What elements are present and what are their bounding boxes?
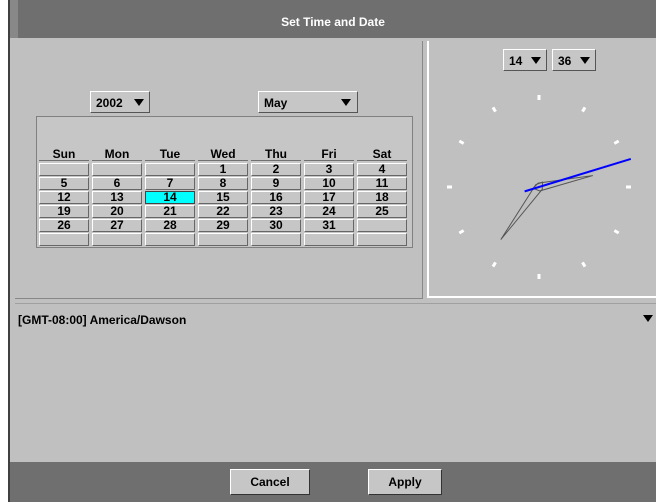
calendar-panel: 2002 May Sun Mon Tue Wed Thu Fri Sat 1 2 3 4 5 6 7 8 9 1… (15, 41, 423, 299)
calendar-day-8[interactable]: 8 (198, 177, 248, 190)
calendar-empty-cell (357, 233, 407, 246)
calendar-empty-cell (304, 233, 354, 246)
calendar-day-29[interactable]: 29 (198, 219, 248, 232)
month-value: May (264, 96, 288, 110)
calendar-day-14[interactable]: 14 (145, 191, 195, 204)
clock-tick-mark (491, 106, 497, 113)
window-title: Set Time and Date (281, 15, 385, 29)
calendar-day-6[interactable]: 6 (92, 177, 142, 190)
calendar-empty-cell (145, 233, 195, 246)
calendar-day-18[interactable]: 18 (357, 191, 407, 204)
calendar-day-27[interactable]: 27 (92, 219, 142, 232)
year-dropdown[interactable]: 2002 (90, 91, 150, 113)
calendar-empty-cell (39, 163, 89, 176)
calendar-day-24[interactable]: 24 (304, 205, 354, 218)
analog-clock (447, 95, 632, 279)
month-dropdown[interactable]: May (258, 91, 358, 113)
weekday-header: Thu (251, 147, 301, 161)
calendar-day-10[interactable]: 10 (304, 177, 354, 190)
calendar-day-16[interactable]: 16 (251, 191, 301, 204)
calendar-empty-cell (357, 219, 407, 232)
calendar-day-17[interactable]: 17 (304, 191, 354, 204)
calendar-day-12[interactable]: 12 (39, 191, 89, 204)
calendar-day-21[interactable]: 21 (145, 205, 195, 218)
calendar-empty-cell (198, 233, 248, 246)
clock-tick-mark (613, 229, 620, 235)
calendar-day-13[interactable]: 13 (92, 191, 142, 204)
title-bar: Set Time and Date (10, 0, 656, 38)
calendar-empty-cell (39, 233, 89, 246)
clock-tick-mark (458, 229, 465, 235)
calendar-day-19[interactable]: 19 (39, 205, 89, 218)
weekday-header: Wed (198, 147, 248, 161)
clock-second-hand (524, 157, 632, 193)
calendar-day-9[interactable]: 9 (251, 177, 301, 190)
calendar-day-25[interactable]: 25 (357, 205, 407, 218)
calendar-day-2[interactable]: 2 (251, 163, 301, 176)
calendar-day-31[interactable]: 31 (304, 219, 354, 232)
calendar-day-1[interactable]: 1 (198, 163, 248, 176)
cancel-button[interactable]: Cancel (230, 469, 310, 495)
calendar-day-28[interactable]: 28 (145, 219, 195, 232)
calendar-day-26[interactable]: 26 (39, 219, 89, 232)
calendar-empty-cell (92, 233, 142, 246)
calendar-day-5[interactable]: 5 (39, 177, 89, 190)
clock-tick-mark (613, 139, 620, 145)
weekday-header: Mon (92, 147, 142, 161)
calendar-day-7[interactable]: 7 (145, 177, 195, 190)
calendar-empty-cell (145, 163, 195, 176)
clock-tick-mark (581, 106, 587, 113)
chevron-down-icon (643, 315, 653, 322)
calendar-day-4[interactable]: 4 (357, 163, 407, 176)
calendar-grid: Sun Mon Tue Wed Thu Fri Sat 1 2 3 4 5 6 7 8 9 10 11 12 13 14… (36, 116, 413, 248)
clock-tick-mark (458, 139, 465, 145)
chevron-down-icon (134, 99, 144, 106)
clock-minute-hand (500, 181, 544, 240)
calendar-day-15[interactable]: 15 (198, 191, 248, 204)
weekday-header: Sun (39, 147, 89, 161)
button-bar: Cancel Apply (10, 462, 656, 502)
calendar-empty-cell (92, 163, 142, 176)
calendar-day-30[interactable]: 30 (251, 219, 301, 232)
timezone-dropdown[interactable]: [GMT-08:00] America/Dawson (15, 303, 656, 333)
clock-panel: 14 36 (427, 41, 656, 298)
clock-tick-mark (491, 261, 497, 268)
set-time-date-window: Set Time and Date 2002 May Sun Mon Tue Wed T… (10, 0, 656, 502)
calendar-day-20[interactable]: 20 (92, 205, 142, 218)
weekday-header: Fri (304, 147, 354, 161)
calendar-empty-cell (251, 233, 301, 246)
calendar-day-22[interactable]: 22 (198, 205, 248, 218)
content-area (15, 332, 656, 462)
year-value: 2002 (96, 96, 123, 110)
calendar-day-23[interactable]: 23 (251, 205, 301, 218)
timezone-value: [GMT-08:00] America/Dawson (18, 313, 187, 327)
weekday-header: Tue (145, 147, 195, 161)
apply-button[interactable]: Apply (368, 469, 442, 495)
chevron-down-icon (341, 99, 351, 106)
calendar-day-3[interactable]: 3 (304, 163, 354, 176)
calendar-day-11[interactable]: 11 (357, 177, 407, 190)
weekday-header: Sat (357, 147, 407, 161)
clock-tick-mark (581, 261, 587, 268)
